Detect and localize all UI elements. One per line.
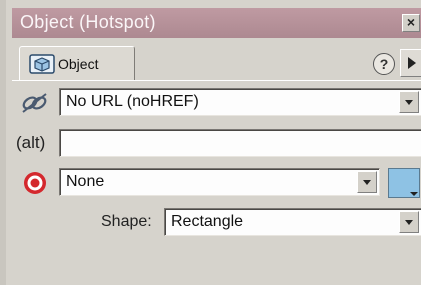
close-button[interactable]: × [402, 14, 420, 32]
target-icon [24, 172, 46, 194]
shape-label: Shape: [101, 213, 152, 230]
panel-title: Object (Hotspot) [20, 12, 156, 32]
tab-strip: Object ? [12, 38, 421, 80]
panel-titlebar[interactable]: Object (Hotspot) × [12, 8, 421, 38]
link-url-dropdown-button[interactable] [399, 91, 419, 113]
alt-text-input[interactable] [59, 129, 421, 157]
shape-dropdown-button[interactable] [399, 211, 419, 233]
link-url-select[interactable]: No URL (noHREF) [59, 88, 421, 116]
close-icon: × [406, 14, 416, 30]
tab-divider [12, 80, 421, 81]
hotspot-object-icon [29, 54, 55, 74]
target-value: None [66, 173, 105, 190]
alt-label: (alt) [16, 133, 46, 152]
help-button[interactable]: ? [373, 53, 395, 75]
hotspot-panel: Object (Hotspot) × Object ? No URL (noHR… [0, 0, 421, 285]
target-select[interactable]: None [59, 168, 380, 196]
tab-object[interactable]: Object [19, 46, 135, 80]
hotspot-color-swatch[interactable] [388, 168, 420, 198]
shape-value: Rectangle [171, 213, 244, 230]
help-icon: ? [379, 56, 389, 72]
shape-select[interactable]: Rectangle [164, 208, 421, 236]
link-icon [22, 93, 47, 113]
tab-object-label: Object [58, 56, 99, 72]
target-dropdown-button[interactable] [357, 171, 377, 193]
link-url-value: No URL (noHREF) [66, 93, 199, 110]
panel-options-button[interactable] [400, 49, 421, 77]
